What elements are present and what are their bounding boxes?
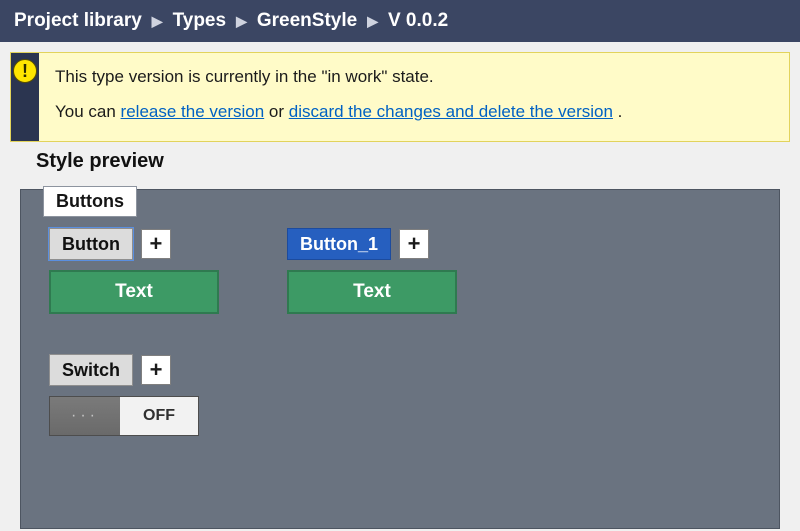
widget-button-a: Button + Text — [49, 228, 219, 314]
panel-tab-buttons[interactable]: Buttons — [43, 186, 137, 217]
notice-body: This type version is currently in the "i… — [39, 53, 789, 141]
widget-header: Switch + — [49, 354, 779, 386]
notice-text-end: . — [618, 102, 623, 121]
discard-version-link[interactable]: discard the changes and delete the versi… — [289, 102, 613, 121]
sample-button-a[interactable]: Text — [49, 270, 219, 314]
add-button[interactable]: + — [141, 355, 171, 385]
warning-icon: ! — [13, 59, 37, 83]
chevron-right-icon: ▶ — [152, 13, 163, 30]
widget-label-button[interactable]: Button — [49, 228, 133, 260]
widget-header: Button + — [49, 228, 219, 260]
add-button[interactable]: + — [141, 229, 171, 259]
breadcrumb-item-project-library[interactable]: Project library — [14, 10, 142, 32]
release-version-link[interactable]: release the version — [121, 102, 265, 121]
switch-state: OFF — [120, 397, 198, 435]
section-title: Style preview — [36, 150, 800, 173]
widget-label-button-1[interactable]: Button_1 — [287, 228, 391, 260]
sample-switch[interactable]: ··· OFF — [49, 396, 199, 436]
chevron-right-icon: ▶ — [236, 13, 247, 30]
preview-canvas: Buttons Button + Text Button_1 + Text Sw… — [20, 189, 780, 529]
notice-stripe: ! — [11, 53, 39, 141]
widget-label-switch[interactable]: Switch — [49, 354, 133, 386]
notice-line-2: You can release the version or discard t… — [55, 98, 773, 125]
widget-button-b: Button_1 + Text — [287, 228, 457, 314]
switch-handle[interactable]: ··· — [50, 397, 120, 435]
chevron-right-icon: ▶ — [367, 13, 378, 30]
notice-text-pre: You can — [55, 102, 121, 121]
breadcrumb-item-greenstyle[interactable]: GreenStyle — [257, 10, 357, 32]
sample-button-b[interactable]: Text — [287, 270, 457, 314]
notice-line-1: This type version is currently in the "i… — [55, 63, 773, 90]
breadcrumb-item-types[interactable]: Types — [173, 10, 227, 32]
widget-row-buttons: Button + Text Button_1 + Text — [49, 228, 779, 314]
widget-switch: Switch + ··· OFF — [49, 354, 779, 436]
notice-banner: ! This type version is currently in the … — [10, 52, 790, 142]
add-button[interactable]: + — [399, 229, 429, 259]
widget-header: Button_1 + — [287, 228, 457, 260]
breadcrumb: Project library ▶ Types ▶ GreenStyle ▶ V… — [0, 0, 800, 42]
notice-text-mid: or — [269, 102, 289, 121]
breadcrumb-item-version[interactable]: V 0.0.2 — [388, 10, 448, 32]
